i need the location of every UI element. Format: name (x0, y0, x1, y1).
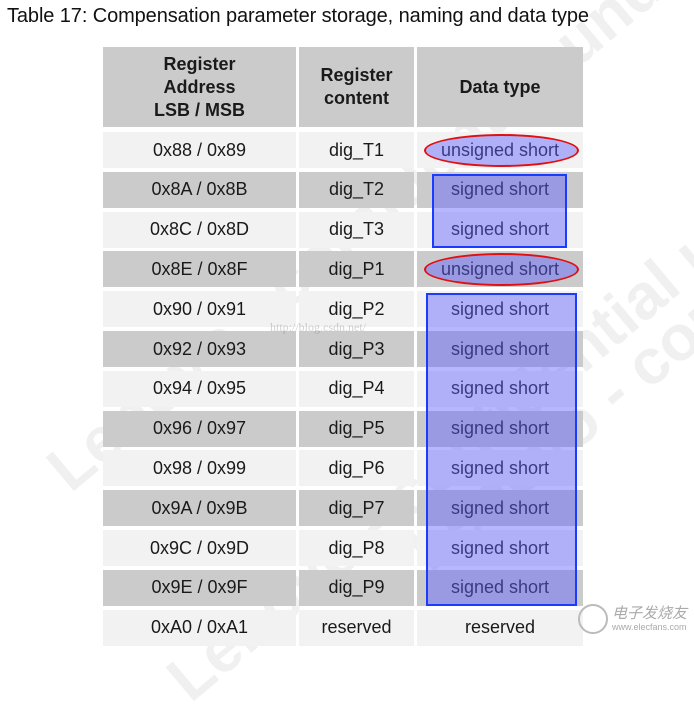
register-content-cell: reserved (299, 609, 414, 646)
register-address-cell: 0x98 / 0x99 (103, 450, 296, 487)
data-type-cell: reserved (417, 609, 583, 646)
data-type-cell: signed short (417, 171, 583, 208)
register-content-cell: dig_P3 (299, 331, 414, 367)
table-row: 0x94 / 0x95 dig_P4 signed short (103, 370, 583, 407)
register-address-cell: 0x90 / 0x91 (103, 291, 296, 328)
register-address-cell: 0x8A / 0x8B (103, 171, 296, 208)
register-address-cell: 0x88 / 0x89 (103, 132, 296, 168)
data-type-cell: signed short (417, 291, 583, 328)
register-content-cell: dig_P9 (299, 569, 414, 606)
data-type-cell: signed short (417, 331, 583, 367)
data-type-cell: signed short (417, 370, 583, 407)
table-row: 0x9C / 0x9D dig_P8 signed short (103, 530, 583, 566)
register-address-cell: 0x9A / 0x9B (103, 490, 296, 527)
table-row: 0x8C / 0x8D dig_T3 signed short (103, 211, 583, 248)
logo-url: www.elecfans.com (612, 622, 687, 632)
register-content-cell: dig_P4 (299, 370, 414, 407)
register-content-cell: dig_T3 (299, 211, 414, 248)
logo-name: 电子发烧友 (612, 605, 688, 622)
register-content-cell: dig_P6 (299, 450, 414, 487)
register-address-cell: 0x8E / 0x8F (103, 251, 296, 288)
logo-icon (578, 604, 608, 634)
register-address-cell: 0x92 / 0x93 (103, 331, 296, 367)
data-type-cell: signed short (417, 490, 583, 527)
table-header-row: Register Address LSB / MSB Register cont… (103, 47, 583, 127)
register-address-cell: 0x9C / 0x9D (103, 530, 296, 566)
table-row: 0x8A / 0x8B dig_T2 signed short (103, 171, 583, 208)
register-address-cell: 0x96 / 0x97 (103, 410, 296, 447)
table-row: 0x8E / 0x8F dig_P1 unsigned short (103, 251, 583, 288)
table-row: 0x9E / 0x9F dig_P9 signed short (103, 569, 583, 606)
header-register-content: Register content (299, 47, 414, 127)
register-content-cell: dig_P7 (299, 490, 414, 527)
table-row: 0x96 / 0x97 dig_P5 signed short (103, 410, 583, 447)
register-address-cell: 0xA0 / 0xA1 (103, 609, 296, 646)
register-content-cell: dig_P1 (299, 251, 414, 288)
table-row: 0x88 / 0x89 dig_T1 unsigned short (103, 132, 583, 168)
header-data-type: Data type (417, 47, 583, 127)
data-type-cell: unsigned short (417, 132, 583, 168)
register-content-cell: dig_T1 (299, 132, 414, 168)
table-row: 0x92 / 0x93 dig_P3 signed short (103, 331, 583, 367)
register-address-cell: 0x9E / 0x9F (103, 569, 296, 606)
register-address-cell: 0x94 / 0x95 (103, 370, 296, 407)
data-type-cell: signed short (417, 569, 583, 606)
data-type-cell: signed short (417, 530, 583, 566)
register-address-cell: 0x8C / 0x8D (103, 211, 296, 248)
table-caption: Table 17: Compensation parameter storage… (7, 5, 589, 27)
table-row: 0x9A / 0x9B dig_P7 signed short (103, 490, 583, 527)
register-content-cell: dig_T2 (299, 171, 414, 208)
table-row: 0xA0 / 0xA1 reserved reserved (103, 609, 583, 646)
table-row: 0x98 / 0x99 dig_P6 signed short (103, 450, 583, 487)
elecfans-logo: 电子发烧友 www.elecfans.com (578, 598, 688, 638)
data-type-cell: signed short (417, 410, 583, 447)
data-type-cell: unsigned short (417, 251, 583, 288)
register-content-cell: dig_P8 (299, 530, 414, 566)
url-watermark: http://blog.csdn.net/ (270, 320, 366, 334)
register-content-cell: dig_P5 (299, 410, 414, 447)
data-type-cell: signed short (417, 450, 583, 487)
header-register-address: Register Address LSB / MSB (103, 47, 296, 127)
data-type-cell: signed short (417, 211, 583, 248)
